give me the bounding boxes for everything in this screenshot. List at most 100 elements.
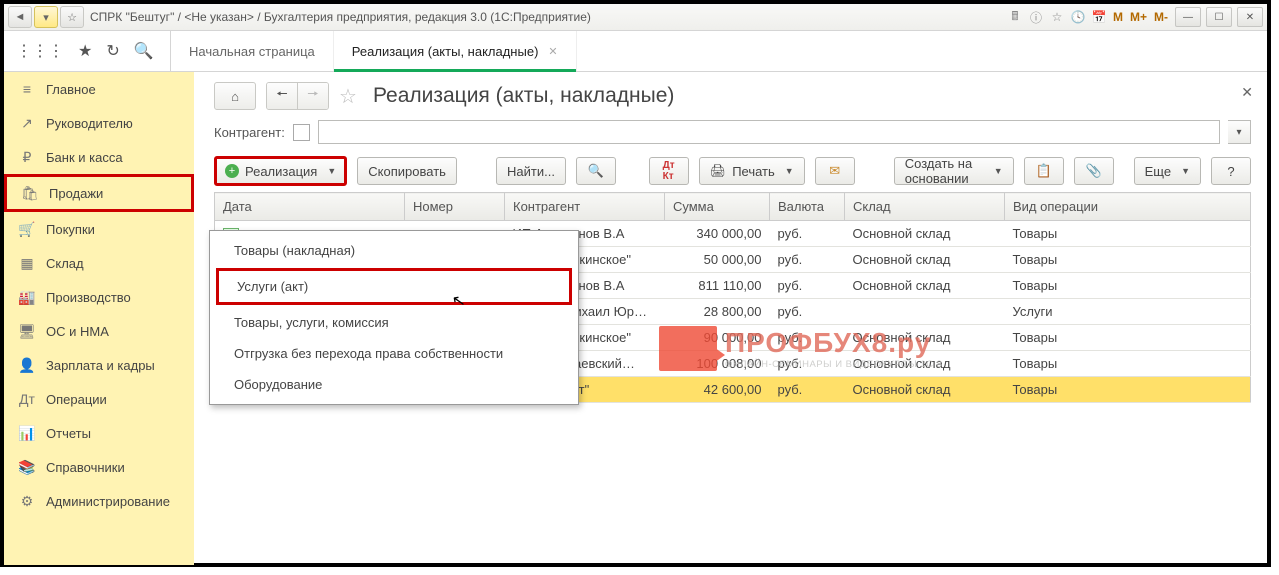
sidebar-label: Покупки (46, 222, 95, 237)
find-button[interactable]: Найти... (496, 157, 566, 185)
history-icon[interactable]: ↻ (106, 41, 119, 61)
col-num[interactable]: Номер (405, 193, 505, 221)
page-close-button[interactable]: ✕ (1241, 84, 1253, 101)
sidebar-icon: ₽ (18, 149, 36, 166)
dropdown-item-3[interactable]: Отгрузка без перехода права собственност… (210, 338, 578, 369)
sidebar-icon: 🖥 (18, 323, 36, 340)
realization-button[interactable]: + Реализация ▼ (214, 156, 347, 186)
calendar-icon[interactable]: 📅 (1090, 8, 1108, 26)
col-operation[interactable]: Вид операции (1005, 193, 1251, 221)
col-warehouse[interactable]: Склад (845, 193, 1005, 221)
tab-label: Начальная страница (189, 44, 315, 59)
history-dropdown-button[interactable]: ▾ (34, 6, 58, 28)
calc-icon[interactable]: 🖩 (1006, 8, 1024, 26)
zoom-mminus[interactable]: M- (1152, 10, 1170, 24)
col-date[interactable]: Дата (215, 193, 405, 221)
dropdown-item-4[interactable]: Оборудование (210, 369, 578, 400)
window-title: СПРК "Бештуг" / <Не указан> / Бухгалтери… (90, 10, 1006, 24)
window-titlebar: ◄ ▾ ☆ СПРК "Бештуг" / <Не указан> / Бухг… (4, 4, 1267, 31)
sidebar-item-10[interactable]: 📊Отчеты (4, 416, 194, 450)
favorite-star-icon[interactable]: ★ (78, 41, 92, 61)
favorite-page-icon[interactable]: ☆ (339, 84, 357, 109)
tab-start[interactable]: Начальная страница (171, 31, 334, 71)
sidebar-item-8[interactable]: 👤 Зарплата и кадры (4, 348, 194, 382)
clear-find-button[interactable]: 🔍 (576, 157, 616, 185)
plus-icon: + (225, 164, 239, 178)
sidebar-item-1[interactable]: ↗ Руководителю (4, 106, 194, 140)
tab-realization[interactable]: Реализация (акты, накладные) ✕ (334, 31, 577, 71)
sidebar-item-2[interactable]: ₽ Банк и касса (4, 140, 194, 174)
sidebar-item-5[interactable]: ▦ Склад (4, 246, 194, 280)
maximize-button[interactable]: ☐ (1206, 7, 1232, 27)
sidebar-item-6[interactable]: 🏭Производство (4, 280, 194, 314)
printer-icon: 🖨 (710, 163, 727, 179)
sidebar-item-4[interactable]: 🛒 Покупки (4, 212, 194, 246)
favorite-nav-button[interactable]: ☆ (60, 6, 84, 28)
sidebar: ≡ Главное ↗ Руководителю ₽ Банк и касса 🛍Прода… (4, 72, 194, 565)
mail-button[interactable]: ✉ (815, 157, 855, 185)
more-button[interactable]: Еще ▼ (1134, 157, 1201, 185)
col-sum[interactable]: Сумма (665, 193, 770, 221)
history-back-button[interactable]: ◄ (8, 6, 32, 28)
sidebar-label: Склад (46, 256, 84, 271)
sidebar-item-0[interactable]: ≡ Главное (4, 72, 194, 106)
info-icon[interactable]: ⓘ (1027, 8, 1045, 26)
tab-strip: ⋮⋮⋮ ★ ↻ 🔍 Начальная страница Реализация … (4, 31, 1267, 72)
realization-dropdown-menu: Товары (накладная)Услуги (акт)Товары, ус… (209, 230, 579, 405)
dropdown-item-2[interactable]: Товары, услуги, комиссия (210, 307, 578, 338)
dropdown-item-1[interactable]: Услуги (акт) (216, 268, 572, 305)
sidebar-icon: 📚 (18, 459, 36, 476)
sidebar-label: Главное (46, 82, 96, 97)
sidebar-label: ОС и НМА (46, 324, 109, 339)
tab-close-icon[interactable]: ✕ (548, 45, 557, 58)
col-counterparty[interactable]: Контрагент (505, 193, 665, 221)
sidebar-icon: 🛒 (18, 221, 36, 238)
sidebar-item-7[interactable]: 🖥 ОС и НМА (4, 314, 194, 348)
sidebar-label: Отчеты (46, 426, 91, 441)
nav-arrows: 🠔 🠖 (266, 82, 329, 110)
zoom-mplus[interactable]: M+ (1128, 10, 1149, 24)
sidebar-icon: ⚙ (18, 493, 36, 510)
paste-button[interactable]: 📋 (1024, 157, 1064, 185)
dropdown-item-0[interactable]: Товары (накладная) (210, 235, 578, 266)
close-window-button[interactable]: ✕ (1237, 7, 1263, 27)
sidebar-label: Руководителю (46, 116, 133, 131)
sidebar-label: Банк и касса (46, 150, 123, 165)
print-button[interactable]: 🖨 Печать ▼ (699, 157, 805, 185)
forward-button[interactable]: 🠖 (297, 83, 328, 109)
apps-grid-icon[interactable]: ⋮⋮⋮ (16, 41, 64, 61)
sidebar-label: Справочники (46, 460, 125, 475)
dt-kt-button[interactable]: ДтКт (649, 157, 689, 185)
caret-icon: ▼ (327, 166, 336, 176)
copy-button[interactable]: Скопировать (357, 157, 457, 185)
sidebar-item-3[interactable]: 🛍Продажи (4, 174, 194, 212)
create-basis-button[interactable]: Создать на основании ▼ (894, 157, 1014, 185)
back-button[interactable]: 🠔 (267, 83, 297, 109)
realization-label: Реализация (245, 164, 317, 179)
sidebar-icon: 🛍 (21, 185, 39, 202)
counterparty-dropdown-button[interactable]: ▾ (1228, 120, 1251, 144)
filter-checkbox[interactable] (293, 124, 310, 141)
sidebar-icon: ↗ (18, 115, 36, 132)
minimize-button[interactable]: — (1175, 7, 1201, 27)
home-button[interactable]: ⌂ (214, 82, 256, 110)
sidebar-icon: 👤 (18, 357, 36, 374)
search-icon[interactable]: 🔍 (134, 41, 154, 61)
sidebar-icon: ≡ (18, 81, 36, 97)
sidebar-item-11[interactable]: 📚 Справочники (4, 450, 194, 484)
sidebar-item-9[interactable]: ДтОперации (4, 382, 194, 416)
clock-icon[interactable]: 🕓 (1069, 8, 1087, 26)
sidebar-label: Зарплата и кадры (46, 358, 155, 373)
counterparty-input[interactable] (318, 120, 1220, 144)
col-currency[interactable]: Валюта (770, 193, 845, 221)
table-header-row: Дата Номер Контрагент Сумма Валюта Склад… (215, 193, 1251, 221)
attach-button[interactable]: 📎 (1074, 157, 1114, 185)
page-title: Реализация (акты, накладные) (373, 84, 674, 108)
help-button[interactable]: ? (1211, 157, 1251, 185)
sidebar-icon: ▦ (18, 255, 36, 272)
zoom-m[interactable]: M (1111, 10, 1125, 24)
star-small-icon[interactable]: ☆ (1048, 8, 1066, 26)
sidebar-label: Операции (46, 392, 107, 407)
caret-icon: ▼ (785, 166, 794, 176)
sidebar-item-12[interactable]: ⚙Администрирование (4, 484, 194, 518)
